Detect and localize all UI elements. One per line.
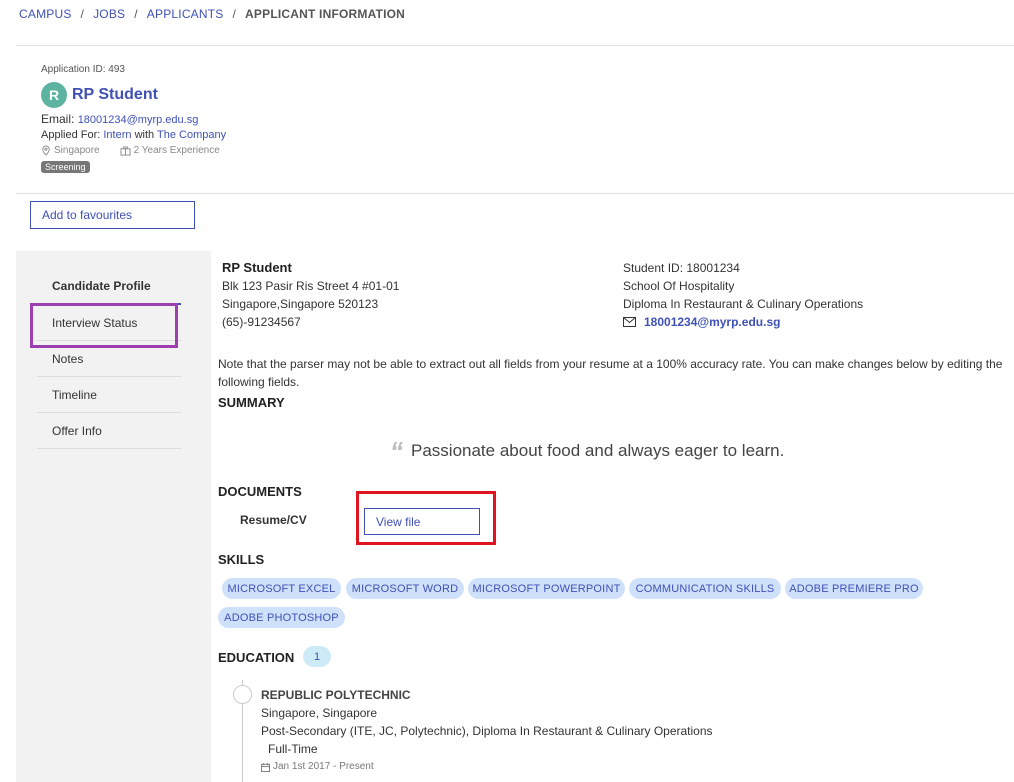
view-file-highlight [356, 491, 496, 545]
applied-for-row: Applied For: Intern with The Company [41, 129, 226, 141]
applicant-name-row: R RP Student [41, 82, 226, 108]
company-link[interactable]: The Company [157, 129, 226, 141]
education-level: Post-Secondary (ITE, JC, Polytechnic), D… [261, 724, 713, 738]
avatar: R [41, 82, 67, 108]
education-dates-row: Jan 1st 2017 - Present [261, 758, 713, 776]
breadcrumb-current: APPLICANT INFORMATION [245, 7, 406, 21]
calendar-icon [261, 762, 270, 772]
breadcrumb-separator: / [80, 7, 85, 21]
diploma-name: Diploma In Restaurant & Culinary Operati… [623, 297, 864, 311]
resume-label: Resume/CV [240, 513, 307, 527]
skill-chip: MICROSOFT POWERPOINT [468, 578, 625, 599]
phone-number: (65)-91234567 [222, 315, 301, 329]
address-line-1: Blk 123 Pasir Ris Street 4 #01-01 [222, 279, 400, 293]
experience-meta: 2 Years Experience [120, 145, 220, 156]
summary-quote: “ Passionate about food and always eager… [390, 438, 784, 464]
divider [16, 45, 1014, 46]
divider [16, 193, 1014, 194]
student-email-link[interactable]: 18001234@myrp.edu.sg [644, 313, 780, 331]
experience-text: 2 Years Experience [133, 145, 220, 156]
education-heading: EDUCATION [218, 650, 295, 665]
sidebar-item-timeline[interactable]: Timeline [37, 377, 181, 413]
skill-chip: ADOBE PHOTOSHOP [218, 607, 345, 628]
school-name: School Of Hospitality [623, 279, 735, 293]
education-count-badge: 1 [303, 646, 331, 667]
job-role-link[interactable]: Intern [103, 129, 131, 141]
summary-heading: SUMMARY [218, 395, 285, 410]
breadcrumb: CAMPUS / JOBS / APPLICANTS / APPLICANT I… [19, 7, 405, 21]
skill-chip: ADOBE PREMIERE PRO [785, 578, 923, 599]
email-link[interactable]: 18001234@myrp.edu.sg [78, 114, 199, 126]
parser-note: Note that the parser may not be able to … [218, 357, 1003, 389]
skill-chip: MICROSOFT WORD [346, 578, 464, 599]
summary-text: Passionate about food and always eager t… [411, 441, 785, 460]
location-text: Singapore [54, 145, 100, 156]
breadcrumb-jobs[interactable]: JOBS [93, 7, 125, 21]
timeline-dot [233, 685, 252, 704]
education-location: Singapore, Singapore [261, 706, 378, 720]
sidebar-item-offer-info[interactable]: Offer Info [37, 413, 181, 449]
briefcase-icon [120, 145, 131, 156]
address-line-2: Singapore,Singapore 520123 [222, 297, 379, 311]
quote-icon: “ [390, 436, 403, 466]
breadcrumb-applicants[interactable]: APPLICANTS [147, 7, 224, 21]
breadcrumb-campus[interactable]: CAMPUS [19, 7, 72, 21]
envelope-icon [623, 317, 636, 327]
add-to-favourites-button[interactable]: Add to favourites [30, 201, 195, 229]
education-school: REPUBLIC POLYTECHNIC [261, 688, 411, 702]
education-mode: Full-Time [268, 742, 318, 756]
location-meta: Singapore [41, 145, 100, 156]
student-details: Student ID: 18001234 School Of Hospitali… [623, 259, 863, 331]
applied-for-label: Applied For: [41, 129, 101, 141]
documents-heading: DOCUMENTS [218, 484, 302, 499]
application-id: Application ID: 493 [41, 64, 125, 75]
breadcrumb-separator: / [232, 7, 237, 21]
meta-row: Singapore 2 Years Experience [41, 145, 226, 156]
profile-name: RP Student [222, 260, 292, 275]
student-email: 18001234@myrp.edu.sg [623, 313, 863, 331]
skills-heading: SKILLS [218, 552, 265, 567]
skill-chip: MICROSOFT EXCEL [222, 578, 341, 599]
applicant-header: Application ID: 493 R RP Student Email: … [41, 64, 226, 175]
status-badge: Screening [41, 161, 90, 173]
student-id: Student ID: 18001234 [623, 261, 740, 275]
breadcrumb-separator: / [134, 7, 138, 21]
skill-chip: COMMUNICATION SKILLS [629, 578, 781, 599]
education-dates: Jan 1st 2017 - Present [273, 761, 374, 772]
email-label: Email: [41, 112, 75, 126]
map-pin-icon [42, 145, 50, 156]
education-entry: REPUBLIC POLYTECHNIC Singapore, Singapor… [261, 686, 713, 776]
sidebar-item-candidate-profile[interactable]: Candidate Profile [37, 269, 181, 305]
interview-status-highlight [30, 303, 178, 348]
email-row: Email: 18001234@myrp.edu.sg [41, 112, 226, 126]
applicant-name: RP Student [72, 86, 158, 103]
contact-details: RP Student Blk 123 Pasir Ris Street 4 #0… [222, 259, 399, 331]
with-label: with [134, 129, 155, 141]
